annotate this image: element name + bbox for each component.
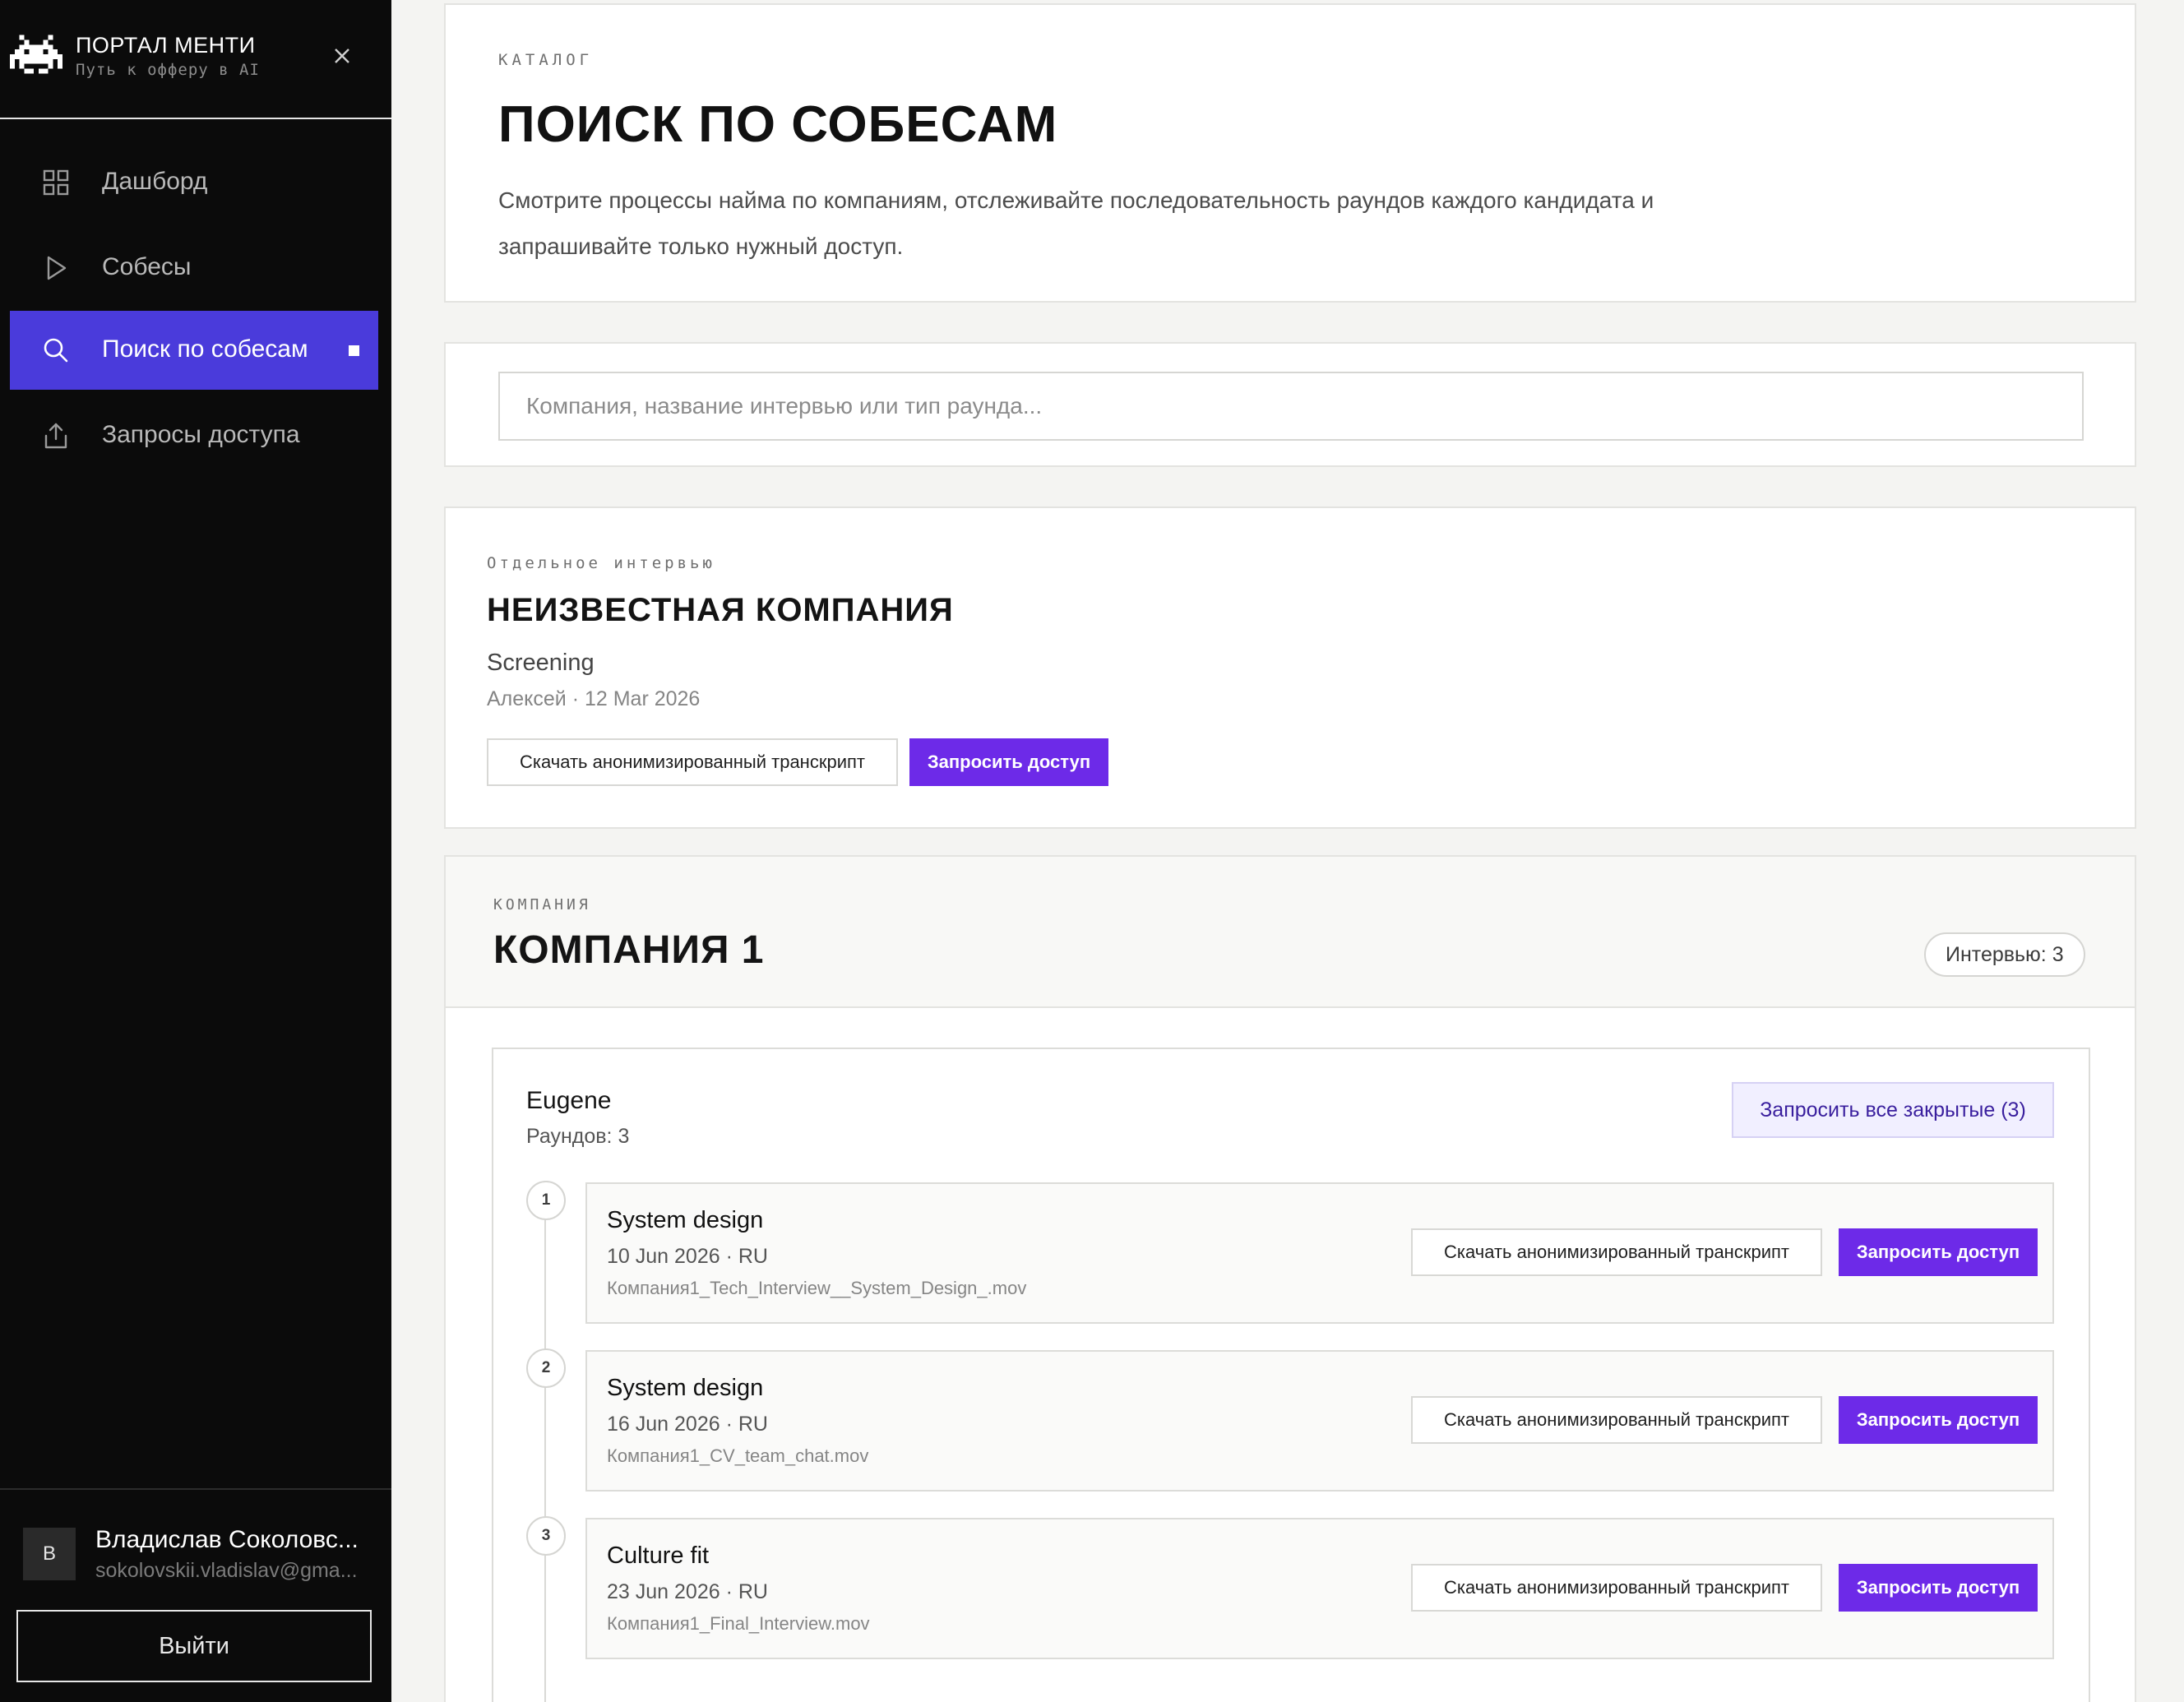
round-step-number: 1	[526, 1181, 566, 1220]
round-meta: 23 Jun 2026 · RU	[607, 1580, 768, 1603]
company-header: КОМПАНИЯ КОМПАНИЯ 1 Интервью: 3	[446, 857, 2135, 1008]
sidebar-item-label: Дашборд	[102, 168, 208, 195]
grid-icon	[43, 169, 69, 196]
round-filename: Компания1_Tech_Interview__System_Design_…	[607, 1278, 1027, 1298]
sidebar-item-access-requests[interactable]: Запросы доступа	[10, 396, 378, 475]
download-transcript-button[interactable]: Скачать анонимизированный транскрипт	[1411, 1564, 1822, 1612]
catalog-eyebrow: КАТАЛОГ	[498, 51, 594, 69]
request-all-closed-button[interactable]: Запросить все закрытые (3)	[1732, 1082, 2054, 1138]
company-card: КОМПАНИЯ КОМПАНИЯ 1 Интервью: 3 Eugene Р…	[444, 855, 2136, 1702]
sidebar-item-label: Поиск по собесам	[102, 335, 308, 363]
single-interview-card: Отдельное интервью НЕИЗВЕСТНАЯ КОМПАНИЯ …	[444, 506, 2136, 829]
logout-button[interactable]: Выйти	[16, 1610, 372, 1682]
round-meta: 16 Jun 2026 · RU	[607, 1413, 768, 1436]
request-access-button[interactable]: Запросить доступ	[909, 738, 1108, 786]
single-interview-meta: Алексей · 12 Mar 2026	[487, 687, 701, 710]
company-eyebrow: КОМПАНИЯ	[493, 896, 591, 913]
search-icon	[44, 338, 68, 363]
sidebar-item-dashboard[interactable]: Дашборд	[10, 143, 378, 222]
page-title: ПОИСК ПО СОБЕСАМ	[498, 96, 1058, 153]
round-step-number: 3	[526, 1516, 566, 1556]
round-step-number: 2	[526, 1348, 566, 1388]
sidebar-item-interview-search[interactable]: Поиск по собесам	[10, 311, 378, 390]
download-transcript-button[interactable]: Скачать анонимизированный транскрипт	[1411, 1228, 1822, 1276]
round-item: System design 10 Jun 2026 · RU Компания1…	[585, 1182, 2054, 1324]
user-name: Владислав Соколовс...	[95, 1526, 359, 1553]
candidate-name: Eugene	[526, 1087, 612, 1114]
search-input[interactable]	[498, 372, 2084, 441]
user-profile: В Владислав Соколовс... sokolovskii.vlad…	[0, 1488, 391, 1702]
interview-count-badge: Интервью: 3	[1924, 932, 2085, 977]
round-item: Culture fit 23 Jun 2026 · RU Компания1_F…	[585, 1518, 2054, 1659]
candidate-rounds-count: Раундов: 3	[526, 1125, 630, 1148]
avatar[interactable]: В	[23, 1528, 76, 1580]
sidebar-item-label: Собесы	[102, 253, 192, 280]
round-title: Culture fit	[607, 1542, 710, 1569]
sidebar-item-label: Запросы доступа	[102, 421, 300, 448]
request-access-button[interactable]: Запросить доступ	[1839, 1396, 2038, 1444]
candidate-card: Eugene Раундов: 3 Запросить все закрытые…	[492, 1048, 2090, 1702]
brand-header: ПОРТАЛ МЕНТИ Путь к офферу в AI	[0, 0, 391, 119]
search-panel	[444, 342, 2136, 467]
request-access-button[interactable]: Запросить доступ	[1839, 1228, 2038, 1276]
brand-subtitle: Путь к офферу в AI	[76, 61, 260, 79]
download-transcript-button[interactable]: Скачать анонимизированный транскрипт	[1411, 1396, 1822, 1444]
round-title: System design	[607, 1375, 764, 1401]
round-filename: Компания1_CV_team_chat.mov	[607, 1445, 869, 1466]
single-interview-round: Screening	[487, 650, 595, 676]
catalog-header: КАТАЛОГ ПОИСК ПО СОБЕСАМ Смотрите процес…	[444, 3, 2136, 303]
active-indicator	[349, 345, 359, 356]
company-title: КОМПАНИЯ 1	[493, 928, 765, 972]
request-access-button[interactable]: Запросить доступ	[1839, 1564, 2038, 1612]
brand-title: ПОРТАЛ МЕНТИ	[76, 33, 256, 58]
space-invader-logo	[10, 35, 62, 74]
download-transcript-button[interactable]: Скачать анонимизированный транскрипт	[487, 738, 898, 786]
page-description: Смотрите процессы найма по компаниям, от…	[498, 187, 1654, 259]
close-icon[interactable]	[329, 43, 355, 69]
sidebar-item-interviews[interactable]: Собесы	[10, 229, 378, 308]
single-interview-company: НЕИЗВЕСТНАЯ КОМПАНИЯ	[487, 592, 954, 628]
user-email: sokolovskii.vladislav@gma...	[95, 1559, 358, 1582]
timeline-line	[544, 1209, 546, 1702]
round-meta: 10 Jun 2026 · RU	[607, 1245, 768, 1268]
round-title: System design	[607, 1207, 764, 1233]
round-item: System design 16 Jun 2026 · RU Компания1…	[585, 1350, 2054, 1492]
upload-icon	[44, 423, 67, 449]
play-icon	[47, 256, 67, 280]
sidebar: ПОРТАЛ МЕНТИ Путь к офферу в AI Дашборд …	[0, 0, 391, 1702]
round-filename: Компания1_Final_Interview.mov	[607, 1613, 870, 1634]
single-interview-eyebrow: Отдельное интервью	[487, 554, 715, 572]
